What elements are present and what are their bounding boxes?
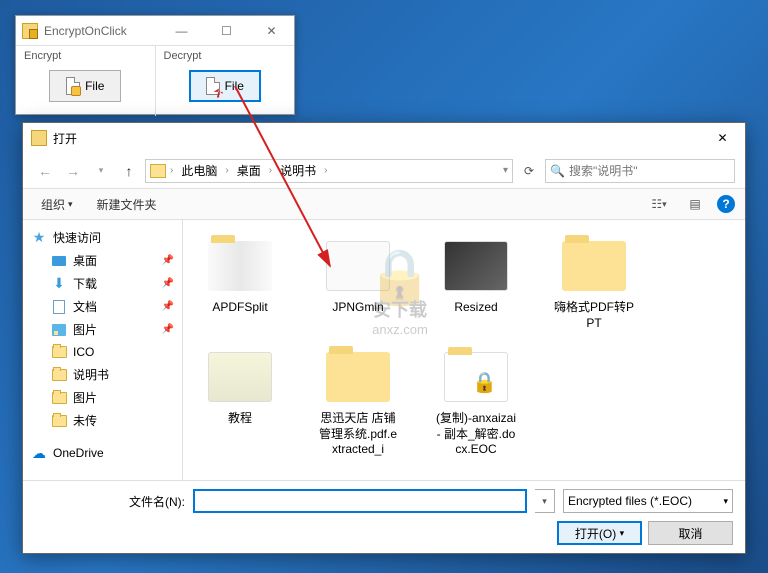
crumb-current[interactable]: 说明书 [274, 162, 322, 179]
sidebar-onedrive[interactable]: ☁OneDrive [27, 442, 178, 464]
decrypt-section: Decrypt File [155, 46, 295, 116]
new-folder-button[interactable]: 新建文件夹 [89, 192, 165, 217]
folder-icon [326, 241, 390, 291]
forward-button[interactable]: → [61, 159, 85, 183]
toolbar: 组织 ▾ 新建文件夹 ☷ ▾ ▤ ? [23, 188, 745, 220]
folder-icon [444, 241, 508, 291]
sidebar-item-pictures[interactable]: 图片📌 [27, 318, 178, 341]
recent-dropdown[interactable]: ▾ [89, 159, 113, 183]
dialog-close-button[interactable]: ✕ [700, 123, 745, 153]
app-title: EncryptOnClick [44, 24, 159, 38]
sidebar-item-pictures2[interactable]: 图片 [27, 386, 178, 409]
sidebar: ★ 快速访问 桌面📌 ⬇下载📌 文档📌 图片📌 ICO 说明书 图片 未传 ☁O… [23, 220, 183, 480]
encrypt-file-text: File [85, 79, 104, 93]
decrypt-file-button[interactable]: File [189, 70, 261, 102]
crumb-pc[interactable]: 此电脑 [175, 162, 223, 179]
list-item[interactable]: 教程 [195, 343, 285, 462]
dialog-title: 打开 [53, 130, 700, 147]
folder-icon [150, 164, 166, 178]
chevron-down-icon: ▾ [68, 199, 73, 210]
folder-icon [52, 392, 67, 404]
pin-icon: 📌 [162, 301, 174, 312]
path-dropdown[interactable]: ▾ [503, 165, 508, 176]
sidebar-item-downloads[interactable]: ⬇下载📌 [27, 272, 178, 295]
crumb-desktop[interactable]: 桌面 [231, 162, 267, 179]
encrypt-label: Encrypt [24, 50, 147, 62]
search-input[interactable] [569, 164, 730, 178]
cloud-icon: ☁ [31, 445, 47, 461]
dialog-titlebar[interactable]: 打开 ✕ [23, 123, 745, 153]
list-item[interactable]: (复制)-anxaizai - 副本_解密.docx.EOC [431, 343, 521, 462]
decrypt-label: Decrypt [164, 50, 287, 62]
search-box[interactable]: 🔍 [545, 159, 735, 183]
refresh-button[interactable]: ⟳ [517, 159, 541, 183]
locked-file-icon [444, 352, 508, 402]
minimize-button[interactable]: — [159, 16, 204, 46]
breadcrumb[interactable]: › 此电脑 › 桌面 › 说明书 › ▾ [145, 159, 513, 183]
app-icon [22, 23, 38, 39]
picture-icon [52, 324, 66, 336]
file-list[interactable]: APDFSplit JPNGmin Resized 嗨格式PDF转PPT 教程 … [183, 220, 745, 480]
download-icon: ⬇ [51, 276, 67, 292]
view-options-button[interactable]: ☷ ▾ [645, 192, 673, 216]
pin-icon: 📌 [162, 278, 174, 289]
list-item[interactable]: 思迅天店 店铺管理系统.pdf.extracted_i [313, 343, 403, 462]
folder-icon [562, 241, 626, 291]
app-titlebar[interactable]: EncryptOnClick — ☐ ✕ [16, 16, 294, 46]
filename-label: 文件名(N): [35, 493, 185, 510]
open-dialog: 打开 ✕ ← → ▾ ↑ › 此电脑 › 桌面 › 说明书 › ▾ ⟳ 🔍 组织… [22, 122, 746, 554]
sidebar-item-documents[interactable]: 文档📌 [27, 295, 178, 318]
sidebar-item-desktop[interactable]: 桌面📌 [27, 249, 178, 272]
sidebar-item-manual[interactable]: 说明书 [27, 363, 178, 386]
folder-icon [208, 352, 272, 402]
sidebar-item-ico[interactable]: ICO [27, 341, 178, 363]
decrypt-file-icon [206, 77, 220, 95]
up-button[interactable]: ↑ [117, 159, 141, 183]
organize-button[interactable]: 组织 ▾ [33, 192, 81, 217]
encrypt-file-icon [66, 77, 80, 95]
desktop-icon [52, 256, 66, 266]
encryptonclick-window: EncryptOnClick — ☐ ✕ Encrypt File Decryp… [15, 15, 295, 115]
chevron-down-icon: ▾ [723, 496, 728, 507]
chevron-right-icon: › [170, 165, 173, 176]
pin-icon: 📌 [162, 324, 174, 335]
open-button[interactable]: 打开(O) ▾ [557, 521, 642, 545]
folder-icon [52, 346, 67, 358]
help-button[interactable]: ? [717, 195, 735, 213]
back-button[interactable]: ← [33, 159, 57, 183]
cancel-button[interactable]: 取消 [648, 521, 733, 545]
file-type-filter[interactable]: Encrypted files (*.EOC) ▾ [563, 489, 733, 513]
filename-input[interactable] [193, 489, 527, 513]
sidebar-item-unsent[interactable]: 未传 [27, 409, 178, 432]
preview-pane-button[interactable]: ▤ [681, 192, 709, 216]
search-icon: 🔍 [550, 164, 565, 178]
folder-icon [52, 415, 67, 427]
decrypt-file-text: File [225, 79, 244, 93]
star-icon: ★ [31, 230, 47, 246]
encrypt-section: Encrypt File [16, 46, 155, 116]
close-button[interactable]: ✕ [249, 16, 294, 46]
list-item[interactable]: APDFSplit [195, 232, 285, 335]
encrypt-file-button[interactable]: File [49, 70, 121, 102]
list-item[interactable]: Resized [431, 232, 521, 335]
filename-dropdown[interactable]: ▾ [535, 489, 555, 513]
list-item[interactable]: JPNGmin [313, 232, 403, 335]
folder-icon [52, 369, 67, 381]
dialog-footer: 文件名(N): ▾ Encrypted files (*.EOC) ▾ 打开(O… [23, 480, 745, 553]
folder-icon [208, 241, 272, 291]
dialog-icon [31, 130, 47, 146]
list-item[interactable]: 嗨格式PDF转PPT [549, 232, 639, 335]
folder-icon [326, 352, 390, 402]
document-icon [53, 300, 65, 314]
pin-icon: 📌 [162, 255, 174, 266]
sidebar-quick-access[interactable]: ★ 快速访问 [27, 226, 178, 249]
nav-bar: ← → ▾ ↑ › 此电脑 › 桌面 › 说明书 › ▾ ⟳ 🔍 [23, 153, 745, 188]
maximize-button[interactable]: ☐ [204, 16, 249, 46]
